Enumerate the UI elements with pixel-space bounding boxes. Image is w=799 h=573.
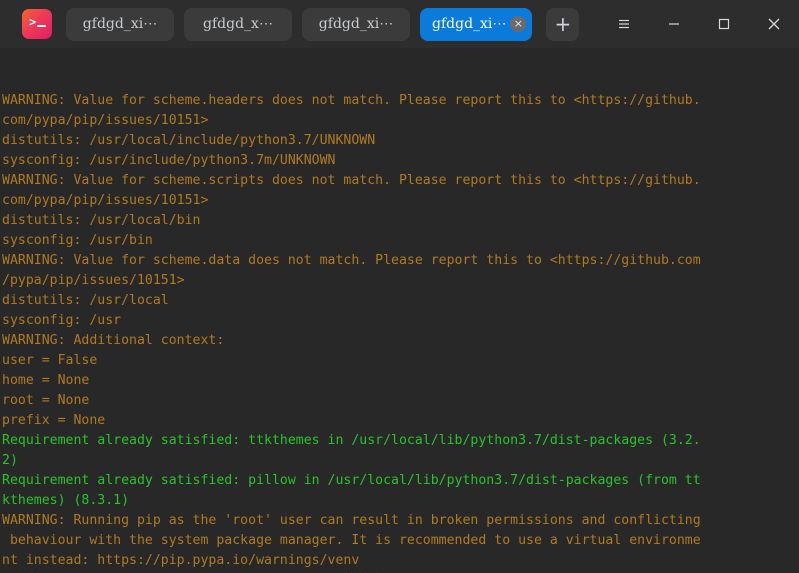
terminal-line: sysconfig: /usr/bin [2,233,153,248]
tab-label: gfdgd_xi⋯ [82,16,158,32]
maximize-button[interactable] [699,0,749,48]
terminal-line: behaviour with the system package manage… [2,533,701,548]
minimize-button[interactable] [649,0,699,48]
plus-icon: + [554,12,572,36]
icon-underscore-glyph [37,25,46,27]
terminal-line: root = None [2,393,90,408]
title-bar: > gfdgd_xi⋯ gfdgd_x⋯ gfdgd_xi⋯ gfdgd_xi⋯ × + [0,0,799,48]
terminal-tab-0[interactable]: gfdgd_xi⋯ [66,7,174,41]
close-button[interactable] [749,0,799,48]
icon-chevron-glyph: > [29,15,37,29]
new-tab-button[interactable]: + [546,7,580,41]
terminal-output[interactable]: WARNING: Value for scheme.headers does n… [0,48,799,573]
terminal-tab-3[interactable]: gfdgd_xi⋯ × [420,7,533,41]
tab-close-icon[interactable]: × [510,16,527,32]
tab-strip: gfdgd_xi⋯ gfdgd_x⋯ gfdgd_xi⋯ gfdgd_xi⋯ × [66,7,533,41]
hamburger-menu-button[interactable] [599,0,649,48]
terminal-line: 2) [2,453,18,468]
tab-label: gfdgd_xi⋯ [318,16,394,32]
terminal-line: home = None [2,373,90,388]
terminal-line: sysconfig: /usr/include/python3.7m/UNKNO… [2,153,336,168]
terminal-scrollback: WARNING: Value for scheme.headers does n… [2,91,799,573]
terminal-line: WARNING: Value for scheme.scripts does n… [2,173,701,188]
terminal-line: /pypa/pip/issues/10151> [2,273,185,288]
terminal-tab-2[interactable]: gfdgd_xi⋯ [302,7,410,41]
terminal-tab-1[interactable]: gfdgd_x⋯ [184,7,292,41]
terminal-line: WARNING: Running pip as the 'root' user … [2,513,701,528]
terminal-line: nt instead: https://pip.pypa.io/warnings… [2,553,360,568]
terminal-line: Requirement already satisfied: ttkthemes… [2,433,701,448]
terminal-prompt-icon: > [22,9,52,39]
terminal-line: user = False [2,353,98,368]
window-controls [599,0,799,48]
terminal-line: Requirement already satisfied: pillow in… [2,473,701,488]
terminal-line: com/pypa/pip/issues/10151> [2,113,209,128]
terminal-line: distutils: /usr/local [2,293,169,308]
terminal-line: kthemes) (8.3.1) [2,493,130,508]
terminal-line: distutils: /usr/local/bin [2,213,201,228]
terminal-line: WARNING: Value for scheme.data does not … [2,253,701,268]
tab-label: gfdgd_xi⋯ [432,16,507,32]
terminal-line: WARNING: Value for scheme.headers does n… [2,93,701,108]
terminal-line: com/pypa/pip/issues/10151> [2,193,209,208]
terminal-line: sysconfig: /usr [2,313,122,328]
tab-label: gfdgd_x⋯ [203,16,273,32]
terminal-line: distutils: /usr/local/include/python3.7/… [2,133,376,148]
terminal-line: prefix = None [2,413,106,428]
terminal-line: WARNING: Additional context: [2,333,225,348]
